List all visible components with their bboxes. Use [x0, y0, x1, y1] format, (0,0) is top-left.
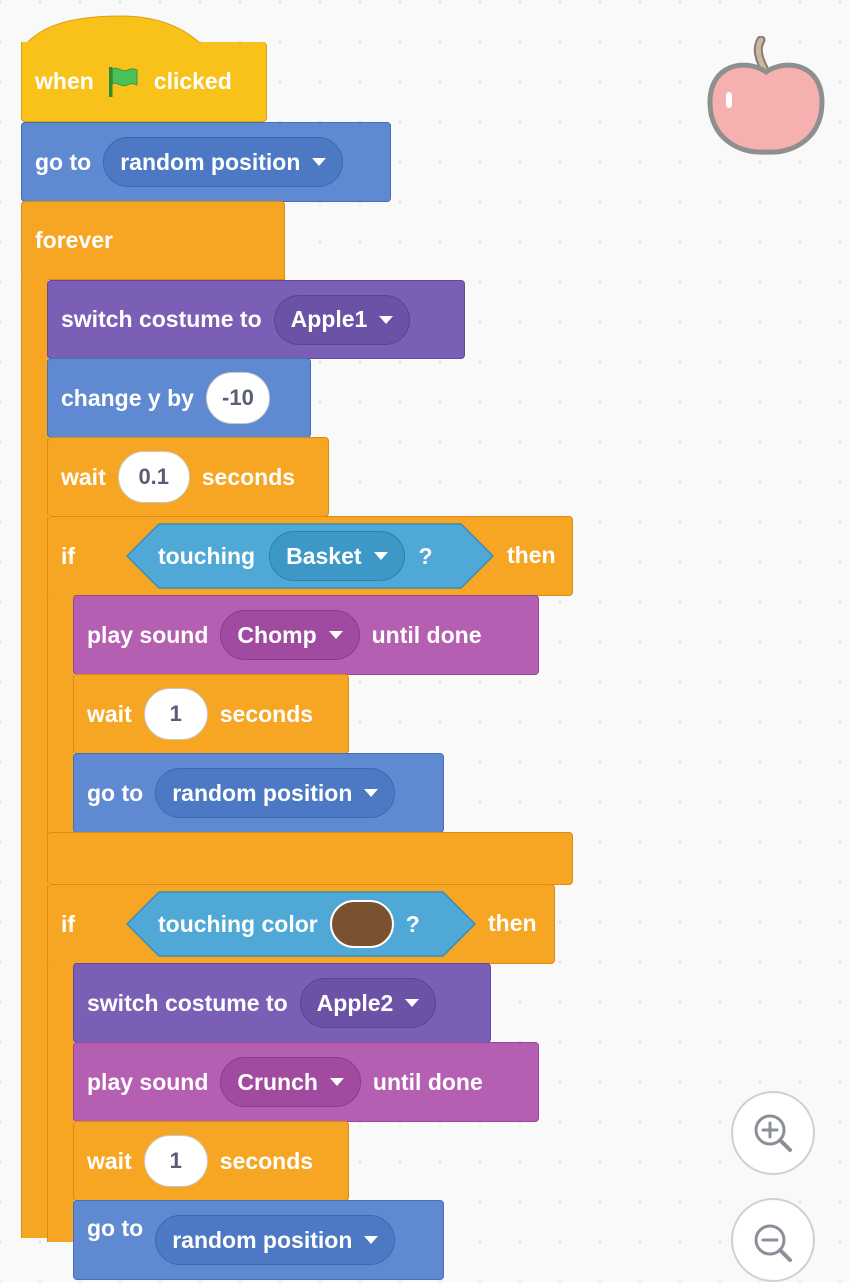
forever-block[interactable]: forever	[21, 201, 285, 280]
then-label: then	[488, 910, 537, 936]
change-y-label: change y by	[61, 384, 194, 411]
zoom-in-button[interactable]	[731, 1091, 815, 1175]
touching-color-condition[interactable]: touching color ?	[126, 891, 476, 957]
wait-seconds-input[interactable]: 1	[143, 1135, 208, 1187]
chevron-down-icon	[312, 158, 327, 166]
go-to-label: go to	[35, 148, 92, 175]
costume-dropdown[interactable]: Apple1	[273, 294, 411, 345]
go-to-target-value: random position	[172, 779, 353, 806]
sound-value: Crunch	[237, 1068, 318, 1095]
change-y-block[interactable]: change y by -10	[47, 358, 311, 438]
play-sound-block[interactable]: play sound Chomp until done	[73, 595, 539, 675]
wait-block[interactable]: wait 0.1 seconds	[47, 437, 329, 517]
touching-sprite-condition[interactable]: touching Basket ?	[126, 523, 494, 589]
wait-seconds-input[interactable]: 1	[143, 688, 208, 740]
touching-target-value: Basket	[286, 542, 362, 569]
touching-target-dropdown[interactable]: Basket	[269, 531, 405, 581]
change-y-input[interactable]: -10	[205, 372, 270, 424]
play-sound-block[interactable]: play sound Crunch until done	[73, 1042, 539, 1122]
forever-label: forever	[35, 227, 113, 253]
seconds-label: seconds	[201, 463, 296, 490]
touching-color-label: touching color	[158, 910, 318, 937]
go-to-block[interactable]: go to random position	[73, 753, 444, 833]
touching-label: touching	[158, 542, 256, 569]
wait-seconds-input[interactable]: 0.1	[117, 451, 190, 503]
go-to-target-dropdown[interactable]: random position	[155, 768, 396, 818]
sound-dropdown[interactable]: Crunch	[220, 1057, 361, 1107]
chevron-down-icon	[328, 631, 343, 639]
sound-value: Chomp	[237, 621, 317, 648]
if-arm	[47, 962, 74, 1242]
wait-label: wait	[61, 463, 106, 490]
zoom-out-button[interactable]	[731, 1198, 815, 1282]
then-label: then	[507, 542, 556, 568]
go-to-target-dropdown[interactable]: random position	[103, 137, 344, 187]
if-label: if	[61, 542, 76, 569]
forever-arm	[21, 278, 48, 1238]
if-label: if	[61, 910, 76, 937]
costume-value: Apple2	[316, 989, 394, 1016]
zoom-in-icon	[754, 1114, 792, 1152]
go-to-label: go to	[87, 1215, 144, 1241]
go-to-target-value: random position	[172, 1226, 353, 1253]
go-to-target-dropdown[interactable]: random position	[155, 1215, 396, 1265]
chevron-down-icon	[329, 1078, 344, 1086]
wait-block[interactable]: wait 1 seconds	[73, 1121, 349, 1201]
go-to-block[interactable]: go to random position	[73, 1200, 444, 1280]
clicked-label: clicked	[153, 68, 232, 94]
question-mark: ?	[418, 542, 433, 569]
chevron-down-icon	[379, 315, 394, 324]
costume-dropdown[interactable]: Apple2	[299, 978, 437, 1028]
until-done-label: until done	[372, 1068, 483, 1095]
chevron-down-icon	[364, 789, 379, 797]
switch-costume-block[interactable]: switch costume to Apple1	[47, 280, 465, 359]
play-sound-label: play sound	[87, 621, 209, 648]
until-done-label: until done	[371, 621, 482, 648]
wait-label: wait	[87, 700, 132, 727]
chevron-down-icon	[405, 999, 420, 1007]
switch-costume-label: switch costume to	[61, 306, 262, 332]
wait-label: wait	[87, 1147, 132, 1174]
go-to-label: go to	[87, 779, 144, 806]
go-to-block[interactable]: go to random position	[21, 122, 391, 202]
seconds-label: seconds	[219, 700, 314, 727]
go-to-target-value: random position	[120, 148, 301, 175]
wait-block[interactable]: wait 1 seconds	[73, 674, 349, 754]
switch-costume-block[interactable]: switch costume to Apple2	[73, 963, 491, 1043]
when-flag-clicked-block[interactable]: when clicked	[21, 42, 267, 122]
switch-costume-label: switch costume to	[87, 989, 288, 1016]
chevron-down-icon	[364, 1236, 379, 1244]
seconds-label: seconds	[219, 1147, 314, 1174]
costume-value: Apple1	[290, 306, 368, 332]
sound-dropdown[interactable]: Chomp	[220, 610, 360, 660]
question-mark: ?	[405, 910, 420, 937]
if-block-end	[47, 832, 573, 885]
apple-sprite-icon	[706, 35, 826, 163]
if-arm	[47, 594, 74, 834]
chevron-down-icon	[373, 552, 388, 560]
when-label: when	[35, 68, 94, 94]
color-swatch[interactable]	[329, 900, 394, 948]
play-sound-label: play sound	[87, 1068, 209, 1095]
zoom-out-icon	[754, 1224, 792, 1262]
green-flag-icon	[106, 65, 140, 99]
